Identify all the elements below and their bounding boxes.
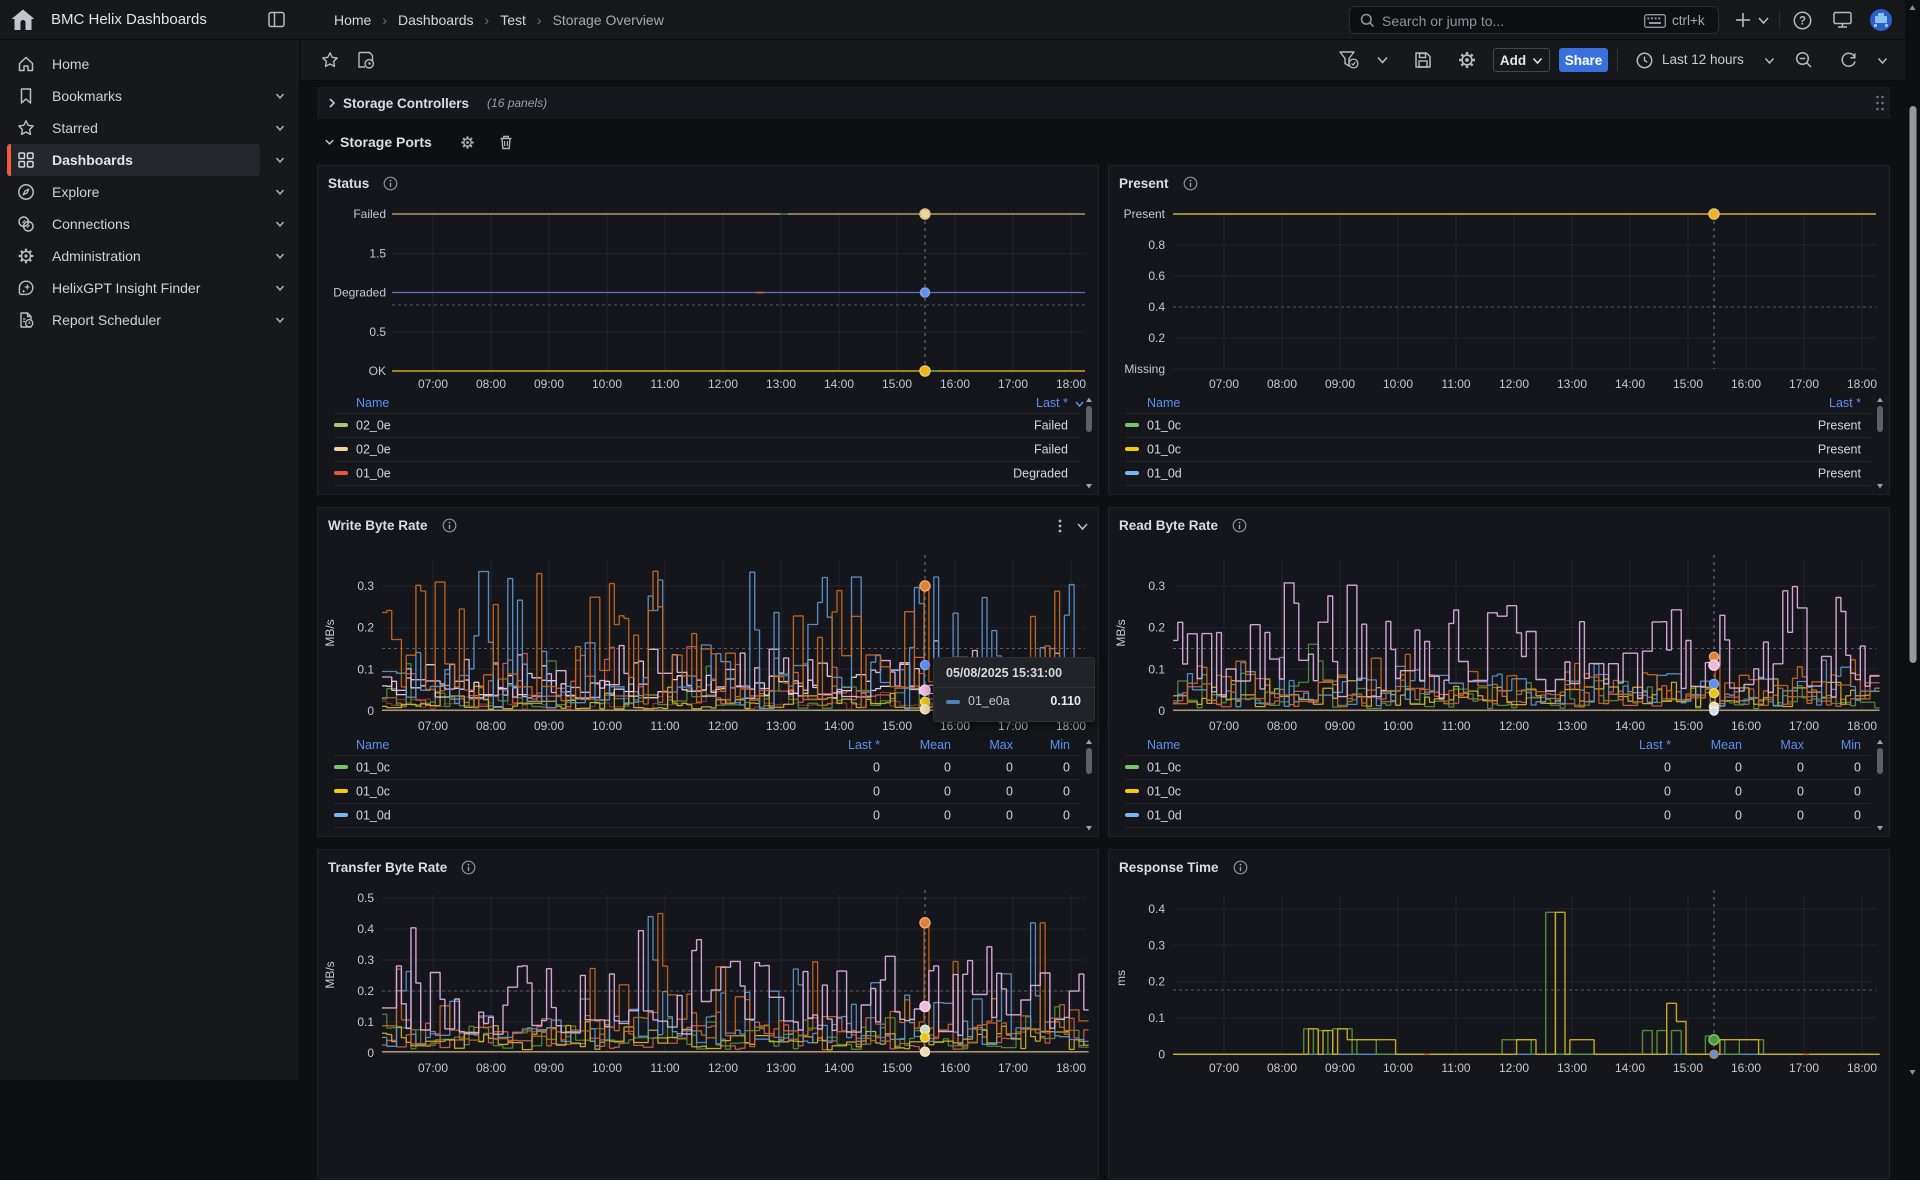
svg-text:01_0c: 01_0c	[356, 761, 390, 775]
svg-text:0.2: 0.2	[357, 984, 374, 998]
svg-text:Name: Name	[356, 396, 389, 410]
svg-text:10:00: 10:00	[592, 1061, 622, 1075]
svg-text:01_0d: 01_0d	[356, 809, 391, 823]
svg-text:0: 0	[1854, 761, 1861, 775]
svg-text:Name: Name	[356, 738, 389, 752]
svg-text:09:00: 09:00	[1325, 1061, 1355, 1075]
svg-text:18:00: 18:00	[1847, 1061, 1877, 1075]
svg-text:02_0e: 02_0e	[356, 419, 391, 433]
svg-text:Mean: Mean	[1711, 738, 1742, 752]
svg-text:0: 0	[944, 809, 951, 823]
svg-text:0: 0	[1854, 785, 1861, 799]
svg-text:0: 0	[1797, 809, 1804, 823]
svg-text:0: 0	[873, 809, 880, 823]
svg-text:Max: Max	[1780, 738, 1804, 752]
svg-text:01_0d: 01_0d	[1147, 809, 1182, 823]
svg-text:Mean: Mean	[920, 738, 951, 752]
svg-text:0.1: 0.1	[357, 1015, 374, 1029]
svg-text:Min: Min	[1841, 738, 1861, 752]
svg-text:0.1: 0.1	[1148, 1011, 1165, 1025]
svg-text:0.3: 0.3	[357, 953, 374, 967]
svg-text:08:00: 08:00	[1267, 1061, 1297, 1075]
svg-text:Min: Min	[1050, 738, 1070, 752]
svg-text:Present: Present	[1818, 419, 1862, 433]
svg-text:17:00: 17:00	[998, 1061, 1028, 1075]
svg-text:01_0c: 01_0c	[1147, 785, 1181, 799]
svg-text:0: 0	[1063, 809, 1070, 823]
svg-text:Failed: Failed	[1034, 419, 1068, 433]
svg-text:0: 0	[944, 761, 951, 775]
svg-text:01_0c: 01_0c	[1147, 419, 1181, 433]
svg-text:0: 0	[1006, 809, 1013, 823]
svg-text:0.4: 0.4	[357, 922, 374, 936]
svg-text:01_0c: 01_0c	[1147, 443, 1181, 457]
svg-text:0: 0	[1006, 785, 1013, 799]
svg-text:0: 0	[873, 785, 880, 799]
svg-text:0: 0	[1797, 785, 1804, 799]
svg-text:0: 0	[1158, 1047, 1165, 1061]
svg-text:ms: ms	[1114, 970, 1128, 986]
svg-text:Name: Name	[1147, 396, 1180, 410]
svg-text:07:00: 07:00	[1209, 1061, 1239, 1075]
svg-text:0: 0	[1735, 761, 1742, 775]
svg-text:0: 0	[1664, 761, 1671, 775]
svg-text:Name: Name	[1147, 738, 1180, 752]
svg-text:17:00: 17:00	[1789, 1061, 1819, 1075]
svg-text:0.2: 0.2	[1148, 975, 1165, 989]
svg-text:11:00: 11:00	[650, 1061, 679, 1075]
svg-text:Last *: Last *	[1829, 396, 1861, 410]
svg-text:08:00: 08:00	[476, 1061, 506, 1075]
svg-text:0: 0	[1664, 785, 1671, 799]
svg-text:16:00: 16:00	[940, 1061, 970, 1075]
svg-text:01_0c: 01_0c	[1147, 761, 1181, 775]
svg-text:02_0e: 02_0e	[356, 443, 391, 457]
svg-text:Present: Present	[1818, 443, 1862, 457]
svg-text:12:00: 12:00	[708, 1061, 738, 1075]
svg-text:0: 0	[1006, 761, 1013, 775]
svg-text:Last *: Last *	[848, 738, 880, 752]
svg-text:0: 0	[1797, 761, 1804, 775]
svg-text:15:00: 15:00	[882, 1061, 912, 1075]
svg-text:14:00: 14:00	[1615, 1061, 1645, 1075]
svg-text:0: 0	[1854, 809, 1861, 823]
svg-text:09:00: 09:00	[534, 1061, 564, 1075]
svg-text:Last *: Last *	[1639, 738, 1671, 752]
svg-text:15:00: 15:00	[1673, 1061, 1703, 1075]
svg-text:0.3: 0.3	[1148, 938, 1165, 952]
svg-text:16:00: 16:00	[1731, 1061, 1761, 1075]
svg-text:11:00: 11:00	[1441, 1061, 1470, 1075]
svg-text:01_0c: 01_0c	[356, 785, 390, 799]
svg-text:0: 0	[1735, 809, 1742, 823]
svg-text:Max: Max	[989, 738, 1013, 752]
svg-text:0: 0	[1735, 785, 1742, 799]
svg-text:Last *: Last *	[1036, 396, 1068, 410]
svg-text:0: 0	[1664, 809, 1671, 823]
svg-text:Failed: Failed	[1034, 443, 1068, 457]
svg-text:0: 0	[1063, 761, 1070, 775]
svg-text:Degraded: Degraded	[1013, 467, 1068, 481]
svg-text:01_0d: 01_0d	[1147, 467, 1182, 481]
svg-text:?: ?	[1799, 16, 1806, 28]
svg-text:01_0e: 01_0e	[356, 467, 391, 481]
svg-text:13:00: 13:00	[766, 1061, 796, 1075]
svg-text:12:00: 12:00	[1499, 1061, 1529, 1075]
svg-text:14:00: 14:00	[824, 1061, 854, 1075]
svg-text:0.5: 0.5	[357, 891, 374, 905]
svg-text:13:00: 13:00	[1557, 1061, 1587, 1075]
svg-text:07:00: 07:00	[418, 1061, 448, 1075]
svg-text:0: 0	[873, 761, 880, 775]
svg-text:0: 0	[944, 785, 951, 799]
svg-text:10:00: 10:00	[1383, 1061, 1413, 1075]
svg-text:0.4: 0.4	[1148, 902, 1165, 916]
svg-text:0: 0	[1063, 785, 1070, 799]
svg-text:Present: Present	[1818, 467, 1862, 481]
svg-text:MB/s: MB/s	[323, 961, 337, 988]
svg-text:18:00: 18:00	[1056, 1061, 1086, 1075]
svg-text:0: 0	[367, 1046, 374, 1060]
